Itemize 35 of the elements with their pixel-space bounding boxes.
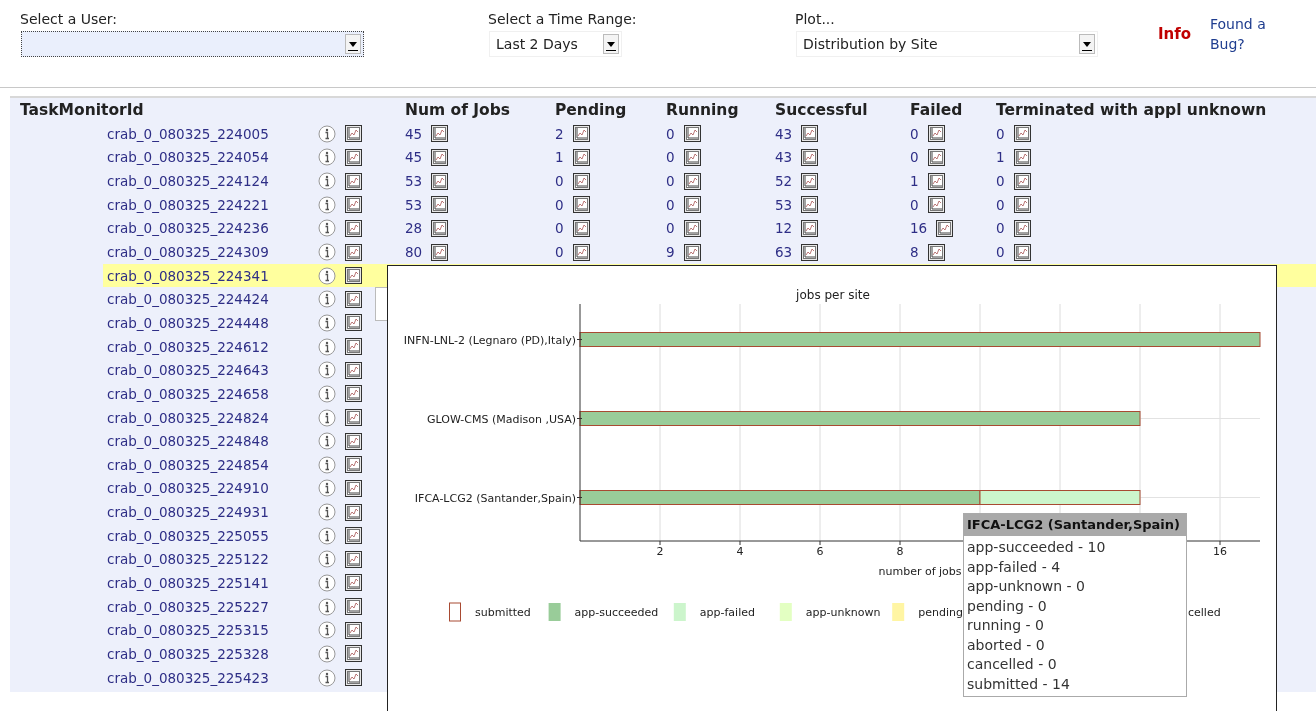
legend-label: app-succeeded <box>574 606 659 619</box>
field-label: Plot... <box>795 11 835 29</box>
tooltip-line: running - 0 <box>966 616 1044 635</box>
tooltip-line: aborted - 0 <box>966 635 1045 655</box>
field-label: Select a User: <box>20 11 118 29</box>
legend-label: pending <box>918 606 963 619</box>
tooltip-line: app-succeeded - 10 <box>966 538 1106 557</box>
legend-label: celled <box>1188 606 1221 619</box>
column-header: Failed <box>910 101 963 119</box>
column-header: TaskMonitorId <box>20 101 144 119</box>
category-label: GLOW-CMS (Madison ,USA) <box>427 412 576 426</box>
category-label: IFCA-LCG2 (Santander,Spain) <box>414 491 576 505</box>
field-label: Select a Time Range: <box>488 11 637 29</box>
category-label: INFN-LNL-2 (Legnaro (PD),Italy) <box>403 333 576 347</box>
tooltip-line: pending - 0 <box>966 596 1047 616</box>
tooltip-line: submitted - 14 <box>966 674 1070 694</box>
column-header: Terminated with appl unknown <box>996 101 1267 119</box>
tick-label: 2 <box>656 545 664 558</box>
legend-label: app-failed <box>699 606 755 619</box>
tooltip-line: app-failed - 4 <box>966 557 1061 577</box>
tooltip-line: cancelled - 0 <box>966 655 1057 674</box>
legend-label: submitted <box>475 606 531 619</box>
tick-label: 8 <box>896 545 904 558</box>
column-header: Successful <box>775 101 868 119</box>
tick-label: 16 <box>1213 545 1227 558</box>
column-header: Pending <box>555 101 627 119</box>
column-header: Running <box>666 101 739 119</box>
tooltip-line: app-unknown - 0 <box>966 577 1085 596</box>
axis-title: number of jobs <box>878 565 962 578</box>
tick-label: 4 <box>736 545 744 558</box>
legend-label: app-unknown <box>805 606 881 619</box>
tick-label: 6 <box>816 545 824 558</box>
chart-title: jobs per site <box>796 288 870 302</box>
column-header: Num of Jobs <box>405 101 511 119</box>
tooltip-title: IFCA-LCG2 (Santander,Spain) <box>964 514 1186 536</box>
